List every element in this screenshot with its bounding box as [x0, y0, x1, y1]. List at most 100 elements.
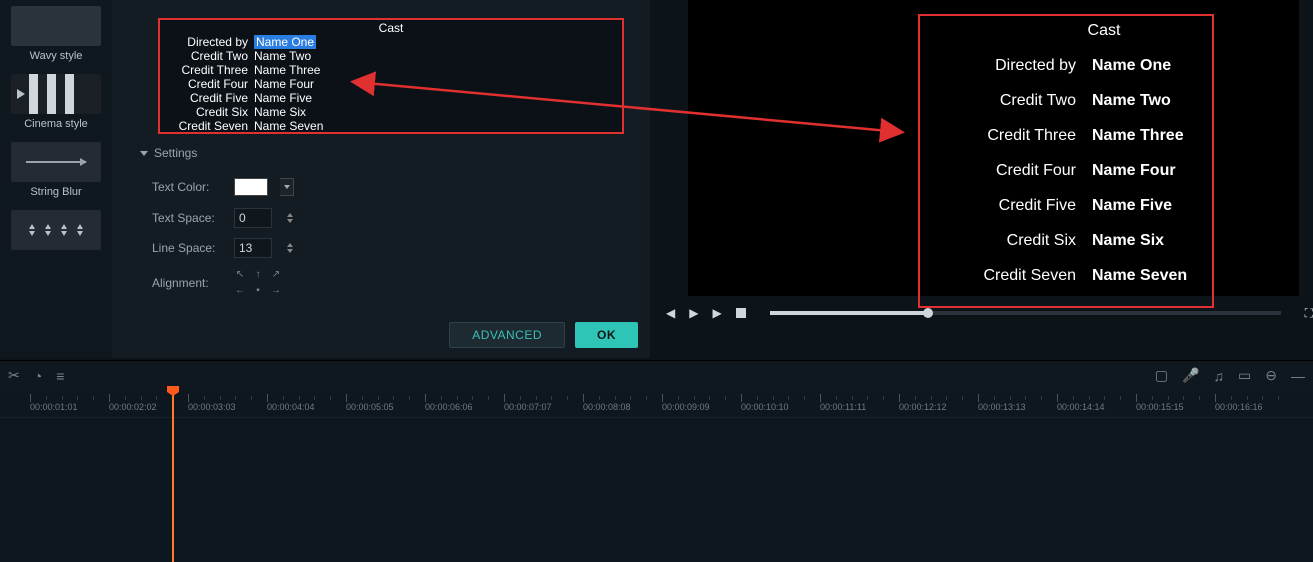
timeline[interactable]: 00:00:01:01 00:00:02:02 00:00:03:03 00:00:0…: [0, 390, 1313, 562]
credit-name[interactable]: Name Six: [254, 105, 354, 119]
credit-name[interactable]: Name Four: [254, 77, 354, 91]
play-button[interactable]: ▶: [689, 306, 698, 320]
text-color-dropdown[interactable]: [280, 178, 294, 196]
timeline-ruler[interactable]: 00:00:01:01 00:00:02:02 00:00:03:03 00:00:0…: [0, 390, 1313, 418]
credit-role[interactable]: Credit Eight: [174, 133, 254, 134]
tick-label: 00:00:08:08: [583, 402, 631, 412]
timeline-tick[interactable]: 00:00:02:02: [109, 390, 157, 417]
style-string-blur[interactable]: String Blur: [0, 136, 112, 204]
credit-name[interactable]: Name Seven: [254, 119, 354, 133]
progress-bar[interactable]: [770, 311, 1281, 315]
credit-row[interactable]: Credit ThreeName Three: [160, 63, 622, 77]
timeline-tick[interactable]: 00:00:08:08: [583, 390, 631, 417]
timeline-tick[interactable]: 00:00:16:16: [1215, 390, 1263, 417]
credit-role[interactable]: Credit Six: [174, 105, 254, 119]
text-color-swatch[interactable]: [234, 178, 268, 196]
style-wavy[interactable]: Wavy style: [0, 0, 112, 68]
music-icon[interactable]: ♫: [1214, 368, 1225, 384]
credit-role[interactable]: Credit Four: [174, 77, 254, 91]
aspect-icon[interactable]: ▭: [1238, 367, 1251, 384]
credit-row[interactable]: Credit FiveName Five: [160, 91, 622, 105]
align-ml-icon[interactable]: ←: [234, 286, 246, 296]
style-cinema[interactable]: Cinema style: [0, 68, 112, 136]
alignment-grid[interactable]: ↖ ↑ ↗ ← ▪ →: [234, 270, 282, 296]
credit-role[interactable]: Credit Seven: [174, 119, 254, 133]
preview-role: Credit Three: [976, 128, 1092, 144]
timeline-tick[interactable]: 00:00:13:13: [978, 390, 1026, 417]
timeline-tick[interactable]: 00:00:04:04: [267, 390, 315, 417]
credit-role[interactable]: Credit Three: [174, 63, 254, 77]
align-tc-icon[interactable]: ↑: [252, 270, 264, 280]
mic-icon[interactable]: 🎤: [1182, 367, 1199, 384]
credits-title[interactable]: Cast: [160, 21, 622, 35]
text-space-spinner[interactable]: [284, 213, 296, 223]
credit-row[interactable]: Credit SevenName Seven: [160, 119, 622, 133]
align-tr-icon[interactable]: ↗: [270, 270, 282, 280]
timeline-tick[interactable]: 00:00:01:01: [30, 390, 78, 417]
tick-label: 00:00:10:10: [741, 402, 789, 412]
line-space-spinner[interactable]: [284, 243, 296, 253]
credit-role[interactable]: Directed by: [174, 35, 254, 49]
timeline-tick[interactable]: 00:00:10:10: [741, 390, 789, 417]
credit-name[interactable]: Name Eight: [254, 133, 354, 134]
preview-role: Credit Two: [976, 93, 1092, 109]
timeline-tick[interactable]: 00:00:05:05: [346, 390, 394, 417]
credit-role[interactable]: Credit Five: [174, 91, 254, 105]
next-frame-button[interactable]: ▶: [712, 306, 721, 320]
list-icon[interactable]: ≡: [56, 368, 64, 384]
row-alignment: Alignment: ↖ ↑ ↗ ← ▪ →: [152, 270, 282, 296]
timeline-tick[interactable]: 00:00:06:06: [425, 390, 473, 417]
text-space-input[interactable]: [234, 208, 272, 228]
credit-row[interactable]: Credit EightName Eight: [160, 133, 622, 134]
chevron-down-icon: [284, 185, 290, 189]
tick-label: 00:00:04:04: [267, 402, 315, 412]
preview-role: Credit Six: [976, 233, 1092, 249]
tick-label: 00:00:13:13: [978, 402, 1026, 412]
preview-role: Credit Seven: [976, 268, 1092, 284]
style-arrows[interactable]: [0, 204, 112, 260]
progress-handle[interactable]: [923, 308, 933, 318]
marker-icon[interactable]: ▢: [1155, 367, 1168, 384]
stop-button[interactable]: [736, 308, 746, 318]
ok-button[interactable]: OK: [575, 322, 638, 348]
timeline-tick[interactable]: 00:00:11:11: [820, 390, 866, 417]
credit-row[interactable]: Credit TwoName Two: [160, 49, 622, 63]
timeline-tick[interactable]: 00:00:15:15: [1136, 390, 1184, 417]
preview-video[interactable]: Cast Directed byName OneCredit TwoName T…: [688, 0, 1299, 296]
cut-icon[interactable]: ✂: [8, 367, 20, 384]
timeline-tick[interactable]: 00:00:07:07: [504, 390, 552, 417]
alignment-label: Alignment:: [152, 276, 222, 290]
credits-editor[interactable]: Cast Directed byName OneCredit TwoName T…: [158, 18, 624, 134]
advanced-button[interactable]: ADVANCED: [449, 322, 565, 348]
credit-name[interactable]: Name One: [254, 35, 316, 49]
preview-name: Name Six: [1092, 233, 1232, 249]
preview-role: Directed by: [976, 58, 1092, 74]
credit-row[interactable]: Directed byName One: [160, 35, 622, 49]
prev-frame-button[interactable]: ◀: [666, 306, 675, 320]
align-mr-icon[interactable]: →: [270, 286, 282, 296]
tick-label: 00:00:03:03: [188, 402, 236, 412]
timeline-tick[interactable]: 00:00:03:03: [188, 390, 236, 417]
tick-label: 00:00:16:16: [1215, 402, 1263, 412]
zoom-slider[interactable]: —: [1291, 368, 1305, 384]
credit-name[interactable]: Name Three: [254, 63, 354, 77]
timeline-tick[interactable]: 00:00:12:12: [899, 390, 947, 417]
align-mc-icon[interactable]: ▪: [252, 286, 264, 296]
preview-credit-row: Credit TwoName Two: [959, 93, 1249, 109]
timeline-tick[interactable]: 00:00:14:14: [1057, 390, 1105, 417]
credit-row[interactable]: Credit FourName Four: [160, 77, 622, 91]
playback-controls: ◀ ▶ ▶ ⛶: [650, 298, 1313, 328]
timeline-tick[interactable]: 00:00:09:09: [662, 390, 710, 417]
align-tl-icon[interactable]: ↖: [234, 270, 246, 280]
fullscreen-button[interactable]: ⛶: [1305, 306, 1313, 321]
preview-name: Name Four: [1092, 163, 1232, 179]
line-space-input[interactable]: [234, 238, 272, 258]
credit-name[interactable]: Name Five: [254, 91, 354, 105]
zoom-out-icon[interactable]: ⊖: [1265, 367, 1277, 384]
credit-row[interactable]: Credit SixName Six: [160, 105, 622, 119]
settings-header[interactable]: Settings: [140, 146, 197, 160]
playhead[interactable]: [172, 390, 174, 562]
clock-icon[interactable]: ◔: [34, 368, 42, 384]
credit-name[interactable]: Name Two: [254, 49, 354, 63]
credit-role[interactable]: Credit Two: [174, 49, 254, 63]
